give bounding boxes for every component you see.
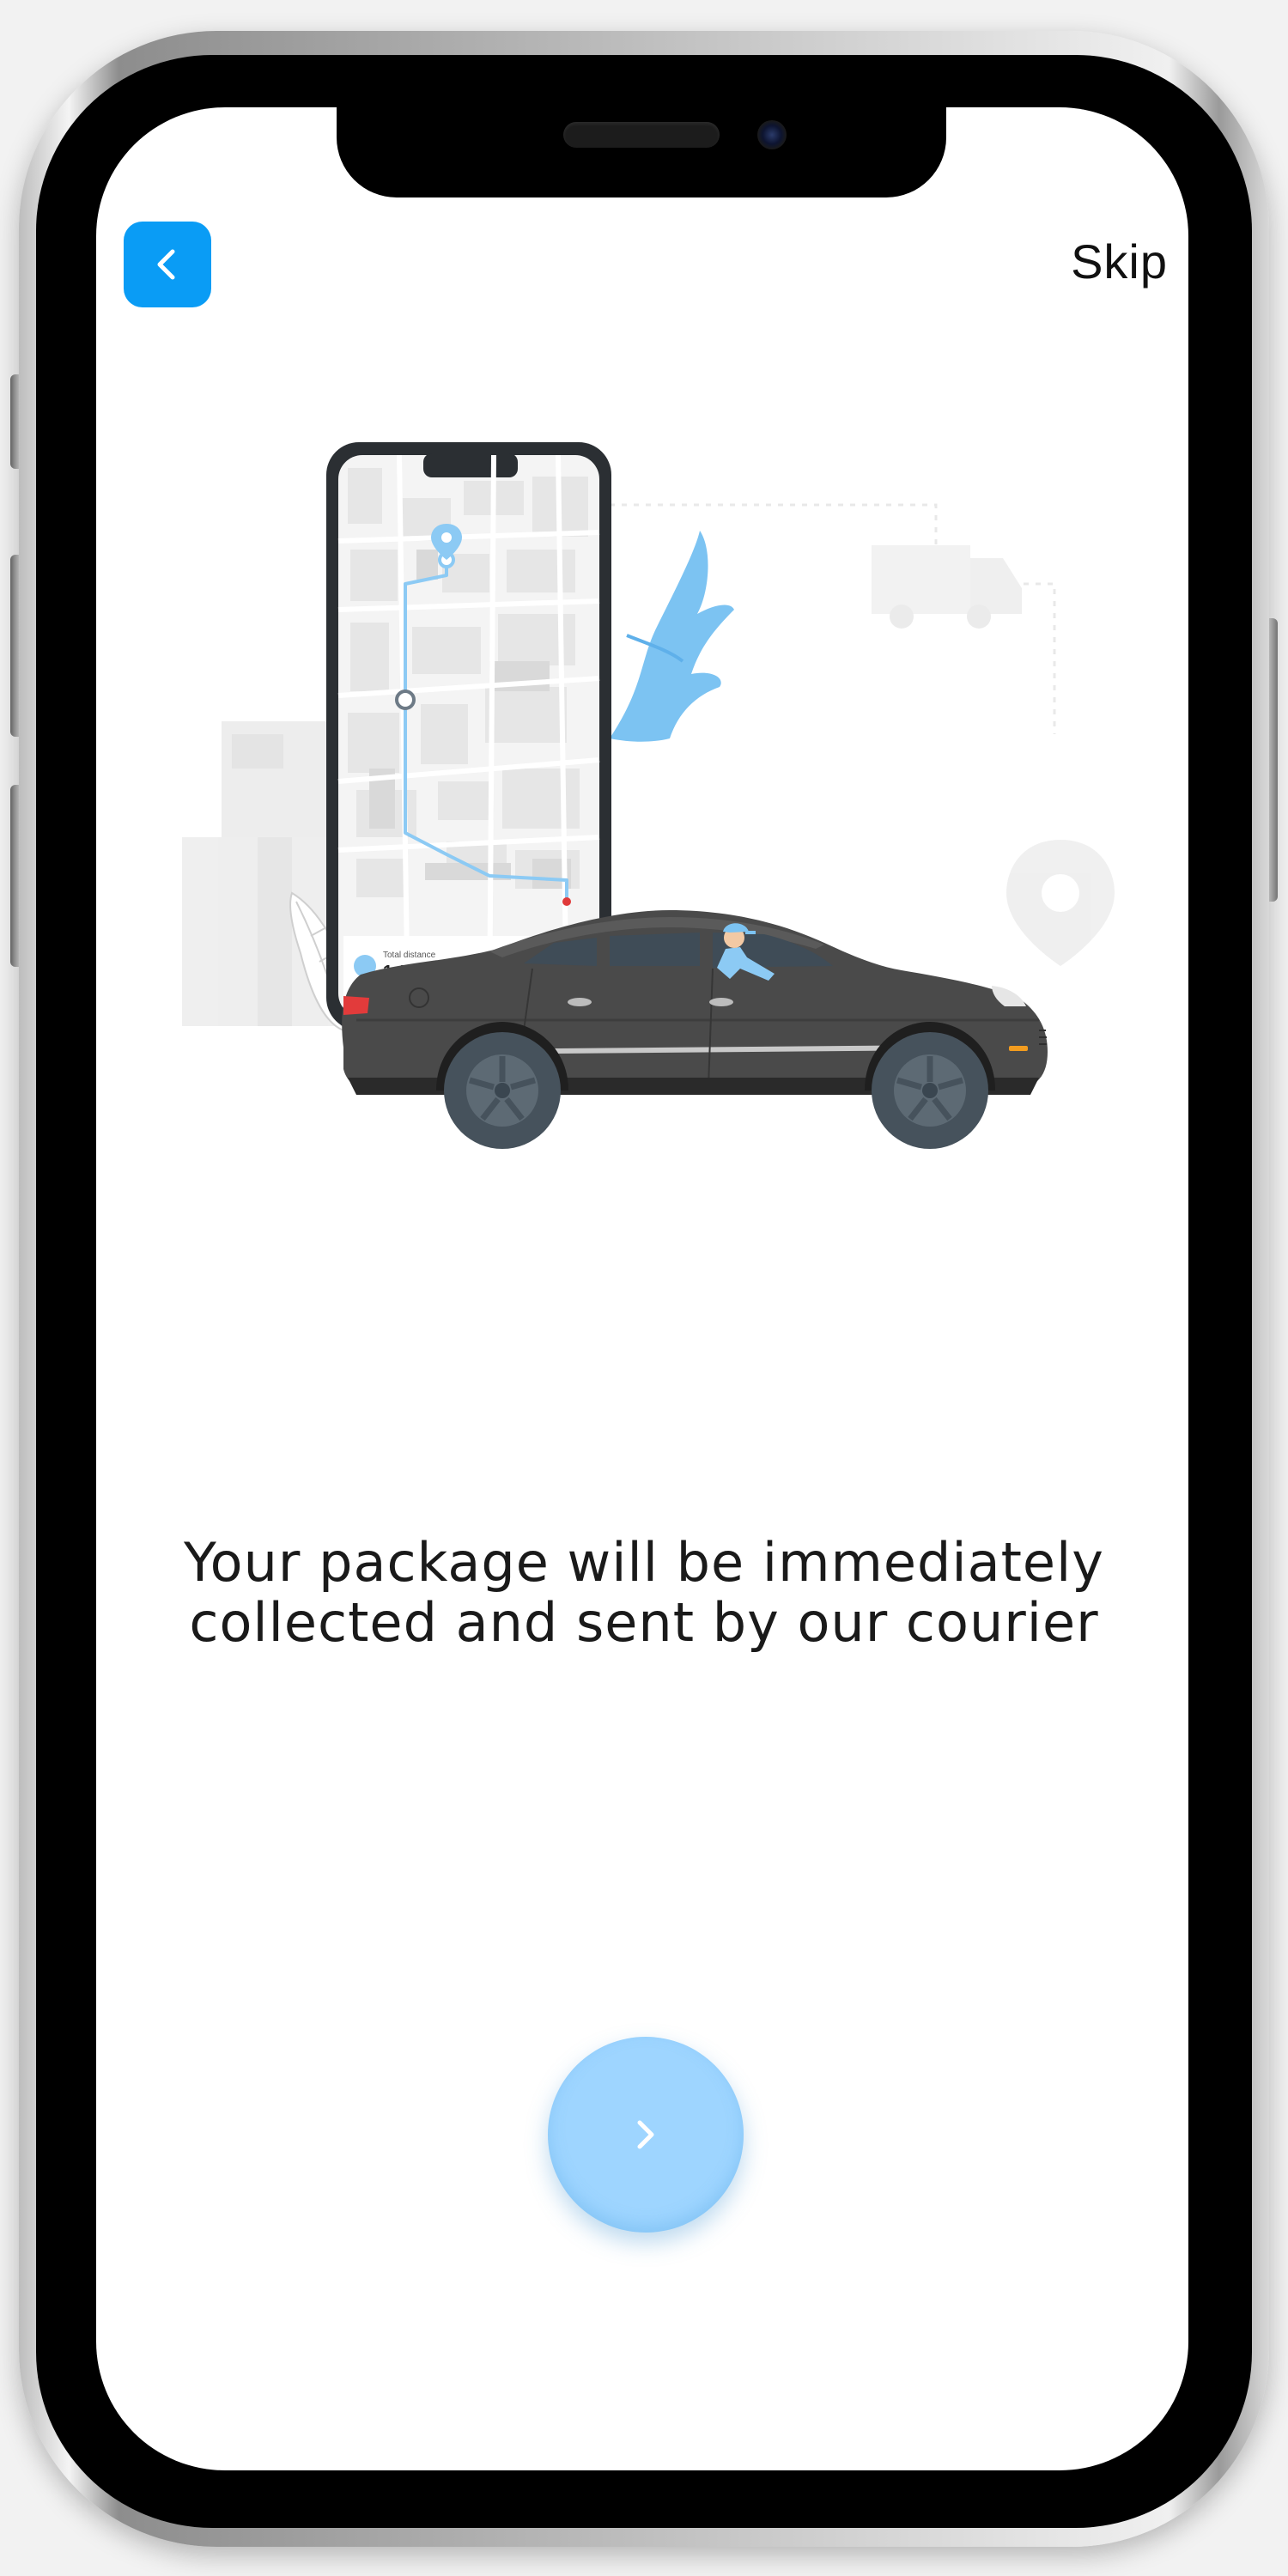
message-line-2: collected and sent by our courier	[189, 1591, 1099, 1654]
next-button[interactable]	[548, 2037, 744, 2233]
front-camera	[757, 120, 787, 149]
front-wheel	[865, 1022, 995, 1149]
message-line-1: Your package will be immediately	[184, 1531, 1104, 1594]
skip-button[interactable]: Skip	[1071, 234, 1168, 289]
current-location-dot	[562, 897, 571, 906]
route-waypoint	[395, 690, 416, 710]
device-mockup: Skip Total distance Your package will be…	[0, 0, 1288, 2576]
courier-illustration: Total distance 1,100 m	[163, 429, 1125, 1271]
notch	[337, 107, 946, 197]
distance-label: Total distance	[383, 951, 436, 960]
onboarding-message: Your package will be immediately collect…	[137, 1533, 1151, 1653]
courier-car-illustration: Total distance 1,100 m	[182, 442, 1115, 1149]
speaker-grille	[563, 122, 720, 148]
back-button[interactable]	[124, 222, 211, 307]
chevron-left-icon	[157, 249, 175, 280]
location-pin-icon	[1006, 840, 1115, 966]
chevron-right-icon	[637, 2120, 654, 2149]
blue-plant-icon	[610, 531, 734, 742]
